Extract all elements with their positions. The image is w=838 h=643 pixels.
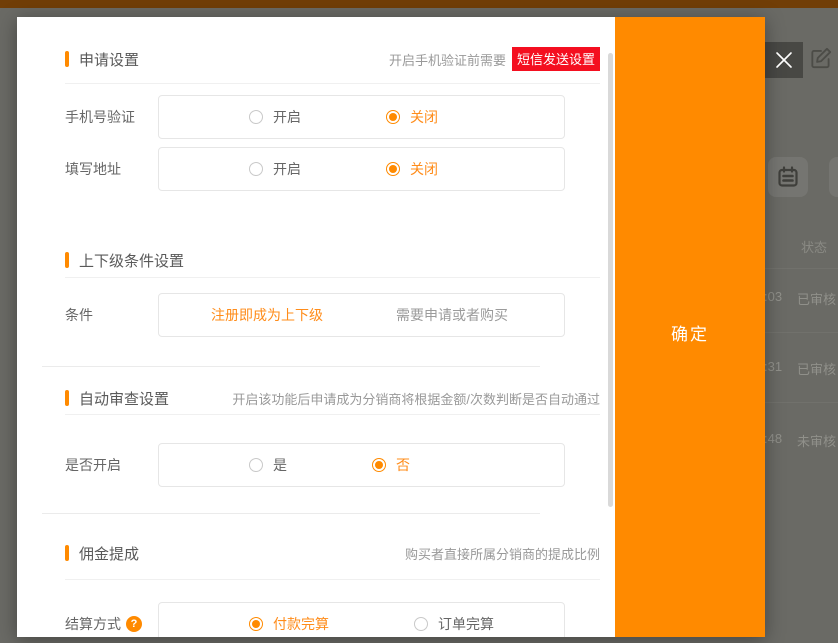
section-accent-bar	[65, 252, 69, 268]
row-label-text: 结算方式	[65, 614, 121, 634]
close-icon	[774, 50, 794, 70]
options-box: 付款完算 订单完算	[158, 602, 565, 637]
radio-option-settle-on-order[interactable]: 订单完算	[414, 614, 494, 634]
bg-row-status: 已审核	[797, 359, 836, 378]
radio-option-settle-on-payment[interactable]: 付款完算	[249, 614, 329, 634]
background-top-bar	[0, 0, 838, 8]
radio-option-off[interactable]: 关闭	[386, 159, 438, 179]
radio-option-on[interactable]: 开启	[249, 159, 301, 179]
options-box: 是 否	[158, 443, 565, 487]
section-title: 佣金提成	[79, 543, 139, 564]
distribution-settings-dialog: 申请设置 开启手机验证前需要 短信发送设置 手机号验证 开启 关闭 填写地址	[17, 17, 765, 637]
radio-unselected-icon[interactable]	[249, 110, 263, 124]
row-label: 结算方式 ?	[65, 614, 158, 634]
section-note: 购买者直接所属分销商的提成比例	[405, 544, 600, 563]
section-accent-bar	[65, 545, 69, 561]
confirm-button-label: 确定	[615, 320, 765, 345]
radio-selected-icon[interactable]	[386, 110, 400, 124]
radio-option-no[interactable]: 否	[372, 455, 410, 475]
options-box: 开启 关闭	[158, 95, 565, 139]
setting-row-fill-address: 填写地址 开启 关闭	[65, 147, 600, 191]
text-option-selected[interactable]: 注册即成为上下级	[211, 305, 323, 325]
radio-selected-icon[interactable]	[386, 162, 400, 176]
bg-table-divider	[765, 402, 838, 403]
bg-table-divider	[765, 268, 838, 269]
close-button[interactable]	[765, 42, 803, 78]
section-note: 开启手机验证前需要	[389, 50, 506, 69]
radio-option-on[interactable]: 开启	[249, 107, 301, 127]
help-icon[interactable]: ?	[126, 616, 142, 632]
setting-row-condition: 条件 注册即成为上下级 需要申请或者购买	[65, 293, 600, 337]
section-title: 上下级条件设置	[79, 250, 184, 271]
edit-icon	[808, 45, 834, 71]
options-box: 开启 关闭	[158, 147, 565, 191]
setting-row-settlement-method: 结算方式 ? 付款完算 订单完算	[65, 602, 600, 637]
bg-row-status: 已审核	[797, 289, 836, 308]
radio-unselected-icon[interactable]	[249, 162, 263, 176]
divider	[65, 83, 600, 84]
divider	[65, 579, 600, 580]
sms-send-settings-badge[interactable]: 短信发送设置	[512, 47, 600, 71]
options-box: 注册即成为上下级 需要申请或者购买	[158, 293, 565, 337]
row-label: 填写地址	[65, 159, 158, 179]
section-separator	[42, 366, 540, 367]
bg-row-time: :31	[764, 359, 782, 374]
radio-unselected-icon[interactable]	[414, 617, 428, 631]
row-label: 手机号验证	[65, 107, 158, 127]
calendar-button	[768, 157, 808, 197]
scrollbar-thumb[interactable]	[608, 53, 613, 507]
bg-row-time: :48	[764, 431, 782, 446]
text-option-unselected[interactable]: 需要申请或者购买	[396, 305, 508, 325]
bg-table-divider	[765, 332, 838, 333]
divider	[65, 277, 600, 278]
section-accent-bar	[65, 51, 69, 67]
row-label: 条件	[65, 305, 158, 325]
section-separator	[42, 513, 540, 514]
divider	[65, 414, 600, 415]
bg-row-status: 未审核	[797, 431, 836, 450]
radio-unselected-icon[interactable]	[249, 458, 263, 472]
confirm-button[interactable]: 确定	[615, 17, 765, 637]
radio-selected-icon[interactable]	[249, 617, 263, 631]
section-title: 自动审查设置	[79, 388, 169, 409]
section-accent-bar	[65, 390, 69, 406]
bg-row-time: :03	[764, 289, 782, 304]
calendar-icon	[776, 165, 800, 189]
section-header-hierarchy-condition: 上下级条件设置	[65, 251, 600, 269]
section-title: 申请设置	[79, 49, 139, 70]
row-label: 是否开启	[65, 455, 158, 475]
setting-row-enable-auto-review: 是否开启 是 否	[65, 443, 600, 487]
radio-option-off[interactable]: 关闭	[386, 107, 438, 127]
clipped-icon-button	[829, 157, 838, 197]
section-header-commission: 佣金提成 购买者直接所属分销商的提成比例	[65, 544, 600, 562]
setting-row-phone-verify: 手机号验证 开启 关闭	[65, 95, 600, 139]
radio-option-yes[interactable]: 是	[249, 455, 287, 475]
section-note: 开启该功能后申请成为分销商将根据金额/次数判断是否自动通过	[232, 389, 600, 408]
dialog-scroll-area: 申请设置 开启手机验证前需要 短信发送设置 手机号验证 开启 关闭 填写地址	[17, 17, 615, 637]
section-header-auto-review: 自动审查设置 开启该功能后申请成为分销商将根据金额/次数判断是否自动通过	[65, 389, 600, 407]
radio-selected-icon[interactable]	[372, 458, 386, 472]
section-header-apply-settings: 申请设置 开启手机验证前需要 短信发送设置	[65, 50, 600, 68]
status-column-header: 状态	[801, 237, 827, 256]
